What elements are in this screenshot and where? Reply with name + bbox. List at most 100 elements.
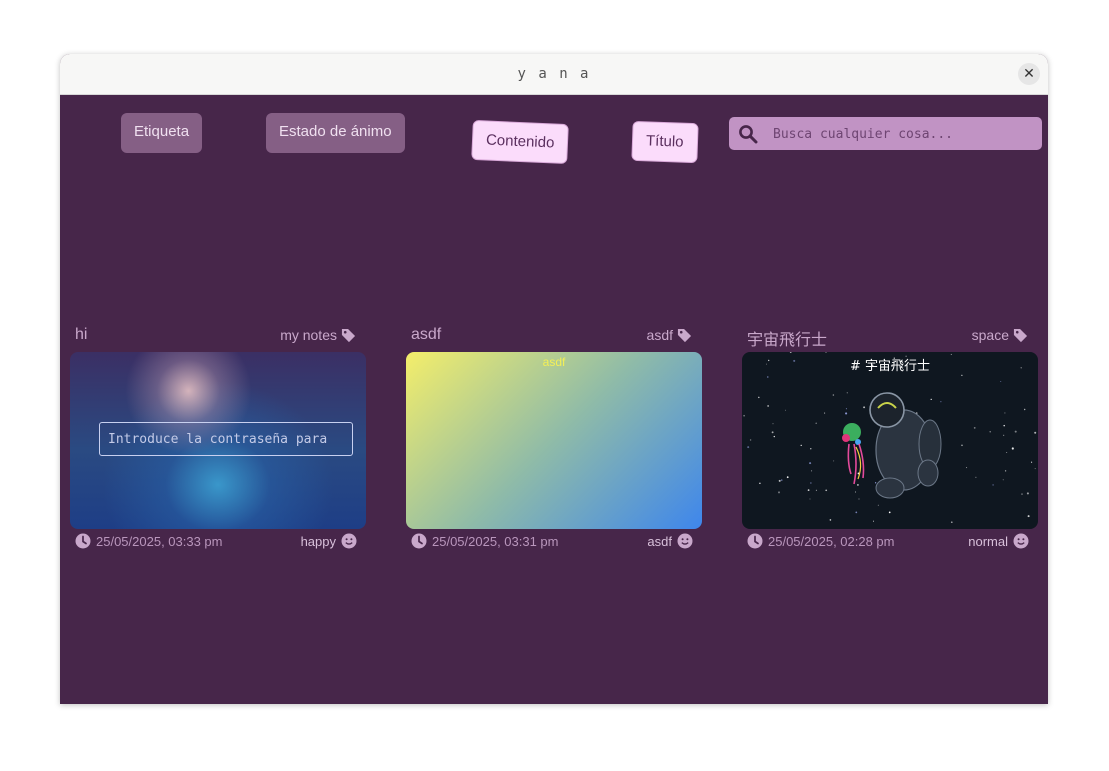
star (856, 483, 859, 486)
star (1034, 431, 1037, 434)
note-date-text: 25/05/2025, 03:33 pm (96, 533, 223, 549)
star (810, 448, 812, 450)
gradient-background (406, 352, 702, 529)
star (815, 422, 817, 424)
star (888, 511, 891, 514)
star (846, 392, 848, 394)
filter-mood-button[interactable]: Estado de ánimo (266, 113, 405, 153)
smiley-icon (677, 533, 693, 549)
astronaut-figure (842, 392, 942, 499)
note-card[interactable]: hi my notes 25/05/2025, 03:33 pm happy (70, 322, 366, 555)
star (1021, 493, 1023, 495)
star (1023, 408, 1026, 411)
star (874, 482, 877, 484)
filter-title-button[interactable]: Título (631, 120, 699, 164)
note-mood-label: asdf (647, 533, 672, 549)
star (800, 444, 802, 447)
star (767, 405, 769, 407)
star (811, 470, 813, 472)
star (810, 482, 812, 484)
star (1031, 461, 1033, 463)
star (855, 511, 858, 514)
note-date-text: 25/05/2025, 02:28 pm (768, 533, 895, 549)
star (832, 394, 835, 396)
star (833, 460, 835, 462)
star (771, 431, 774, 434)
star (809, 498, 811, 500)
note-preview-locked[interactable] (70, 352, 366, 529)
note-title: asdf (411, 326, 442, 343)
note-card[interactable]: 宇宙飛行士 space # 宇宙飛行士 25/05/2025, 02:28 pm… (742, 322, 1038, 555)
note-header: hi my notes (70, 322, 366, 352)
note-mood: normal (968, 533, 1029, 549)
note-tag-label: space (971, 327, 1009, 343)
star (777, 491, 781, 494)
star (845, 412, 848, 415)
star (1003, 424, 1005, 427)
note-mood: happy (301, 533, 357, 549)
note-mood: asdf (647, 533, 693, 549)
note-tag-label: asdf (646, 327, 673, 343)
note-card[interactable]: asdf asdf asdf 25/05/2025, 03:31 pm asdf (406, 322, 702, 555)
star (789, 352, 792, 354)
star (825, 489, 828, 492)
filter-tag-button[interactable]: Etiqueta (121, 113, 203, 153)
star (1003, 434, 1005, 436)
star (854, 491, 857, 493)
star (961, 374, 963, 376)
star (940, 401, 942, 403)
tag-icon (677, 328, 692, 342)
star (1004, 412, 1006, 414)
search-input[interactable] (771, 117, 1035, 152)
main-content: Etiqueta Estado de ánimo Contenido Títul… (60, 94, 1048, 704)
search-icon (739, 125, 758, 144)
star (772, 423, 774, 425)
star (759, 482, 761, 485)
star (824, 412, 826, 414)
filter-content-button[interactable]: Contenido (471, 119, 570, 165)
note-title: 宇宙飛行士 (747, 332, 828, 349)
star (785, 409, 786, 411)
smiley-icon (1013, 533, 1029, 549)
clock-icon (75, 533, 91, 549)
star (780, 479, 783, 481)
note-tag[interactable]: my notes (280, 327, 356, 343)
note-title: hi (75, 326, 88, 343)
star (989, 431, 991, 433)
title-bar[interactable]: y a n a ✕ (60, 54, 1048, 95)
search-bar[interactable] (729, 117, 1042, 152)
star (1006, 452, 1008, 454)
smiley-icon (341, 533, 357, 549)
close-button[interactable]: ✕ (1018, 63, 1040, 85)
note-preview-image[interactable]: # 宇宙飛行士 (742, 352, 1038, 529)
note-header: asdf asdf (406, 322, 702, 352)
star (1011, 447, 1014, 450)
star (973, 427, 976, 429)
note-preview-gradient[interactable]: asdf (406, 352, 702, 529)
note-preview-text: asdf (542, 355, 566, 369)
star (1014, 430, 1017, 433)
star (845, 408, 847, 410)
star (930, 398, 932, 401)
password-input[interactable] (99, 422, 353, 456)
star (829, 519, 832, 521)
note-footer: 25/05/2025, 03:33 pm happy (70, 529, 366, 555)
tag-icon (1013, 328, 1028, 342)
star (778, 479, 781, 482)
star (773, 435, 775, 438)
close-icon: ✕ (1023, 66, 1035, 82)
star (786, 476, 789, 479)
note-tag[interactable]: asdf (647, 327, 692, 343)
star (825, 352, 827, 353)
note-date-text: 25/05/2025, 03:31 pm (432, 533, 559, 549)
star (1000, 381, 1002, 382)
star (807, 489, 810, 491)
note-header: 宇宙飛行士 space (742, 322, 1038, 352)
star (1026, 492, 1029, 495)
star (975, 476, 977, 478)
window-title: y a n a (517, 66, 591, 82)
star (877, 504, 879, 506)
note-preview-text: # 宇宙飛行士 (849, 359, 931, 374)
note-mood-label: normal (968, 533, 1008, 549)
note-tag[interactable]: space (972, 327, 1028, 343)
